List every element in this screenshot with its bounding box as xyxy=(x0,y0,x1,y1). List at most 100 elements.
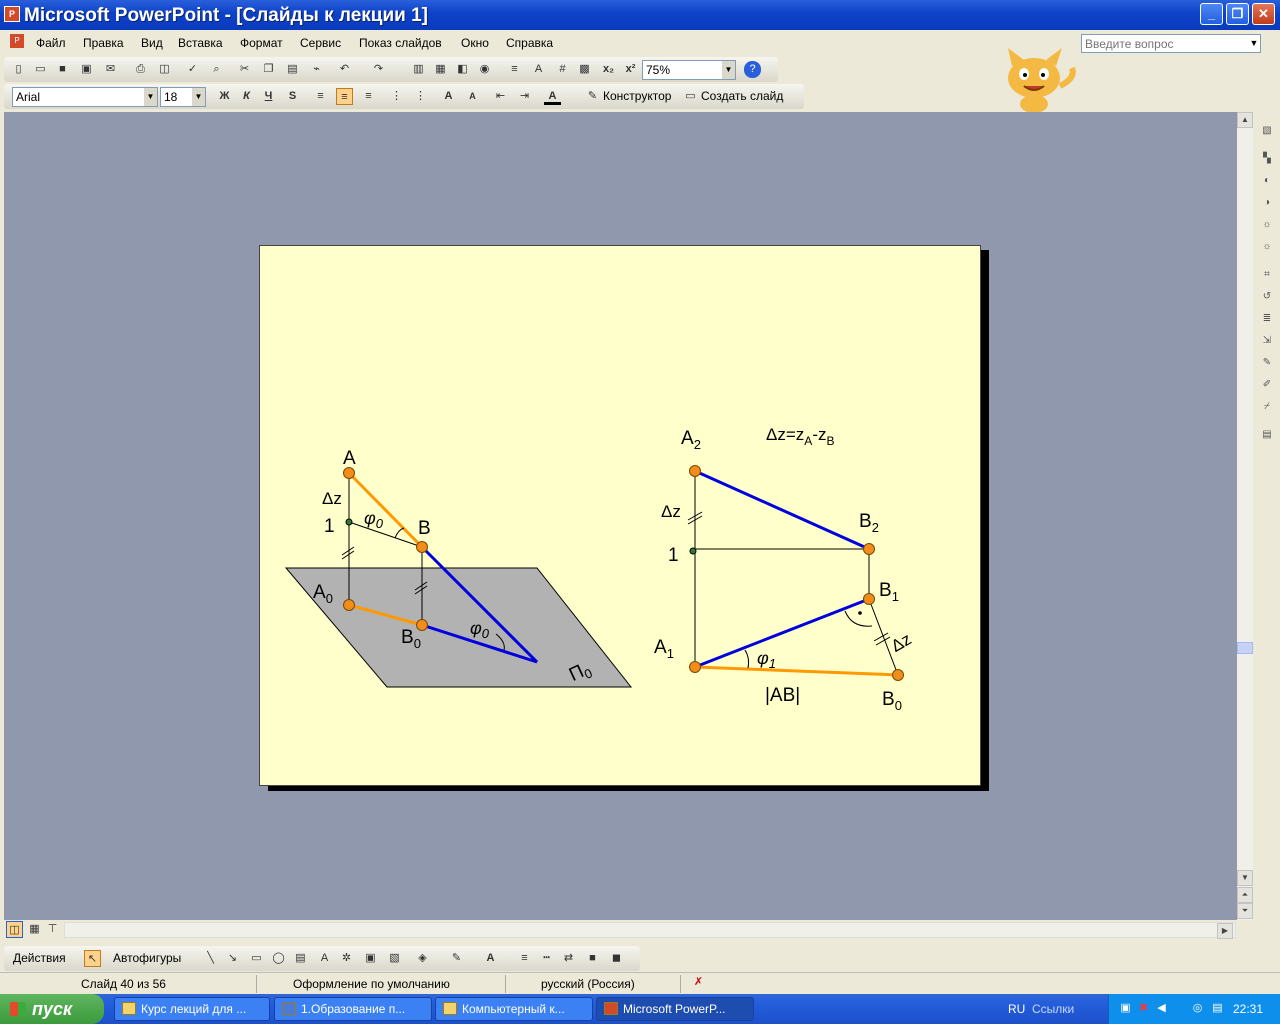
font-color-draw-icon[interactable]: A xyxy=(482,950,499,967)
autoshapes-button[interactable]: Автофигуры xyxy=(113,951,181,965)
font-size-dropdown-icon[interactable]: ▼ xyxy=(192,88,205,106)
normal-view-icon[interactable]: ◫ xyxy=(6,921,23,938)
dash-style-icon[interactable]: ┅ xyxy=(538,950,555,967)
menu-view[interactable]: Вид xyxy=(141,36,163,50)
insert-picture-icon[interactable]: ▧ xyxy=(1259,124,1275,138)
email-icon[interactable]: ✉ xyxy=(102,61,119,78)
subscript-icon[interactable]: x₂ xyxy=(600,61,617,78)
antivirus-icon[interactable]: ✖ xyxy=(1135,1000,1152,1017)
menu-format[interactable]: Формат xyxy=(240,36,283,50)
start-button[interactable]: пуск xyxy=(0,994,104,1024)
slide-canvas[interactable]: A B A0 B0 Δz 1 φ0 φ0 Π0 A2 B2 B1 A1 B0 Δ… xyxy=(259,245,981,786)
show-formatting-icon[interactable]: A xyxy=(530,61,547,78)
shadow-button[interactable]: S xyxy=(284,88,301,105)
menu-help[interactable]: Справка xyxy=(506,36,553,50)
format-picture-icon[interactable]: ✐ xyxy=(1259,378,1275,392)
menu-edit[interactable]: Правка xyxy=(83,36,124,50)
task-document-1[interactable]: 1.Образование п... xyxy=(274,997,432,1021)
font-size-select[interactable]: 18 ▼ xyxy=(160,87,206,107)
compress-icon[interactable]: ⇲ xyxy=(1259,334,1275,348)
diagram-icon[interactable]: ✲ xyxy=(338,950,355,967)
copy-icon[interactable]: ❐ xyxy=(260,61,277,78)
align-right-icon[interactable]: ≡ xyxy=(360,88,377,105)
menu-tools[interactable]: Сервис xyxy=(300,36,341,50)
insert-chart-icon[interactable]: ▥ xyxy=(410,61,427,78)
slide-work-area[interactable]: A B A0 B0 Δz 1 φ0 φ0 Π0 A2 B2 B1 A1 B0 Δ… xyxy=(4,112,1238,920)
recolor-icon[interactable]: ✎ xyxy=(1259,356,1275,370)
tray-app-icon[interactable]: ◎ xyxy=(1189,1000,1206,1017)
task-course-lectures[interactable]: Курс лекций для ... xyxy=(114,997,270,1021)
network-icon[interactable]: ▣ xyxy=(1117,1000,1134,1017)
crop-icon[interactable]: ⌗ xyxy=(1259,268,1275,282)
next-slide-icon[interactable]: ⏷ xyxy=(1237,903,1253,919)
cut-icon[interactable]: ✂ xyxy=(236,61,253,78)
links-toolbar[interactable]: Ссылки xyxy=(1032,1002,1074,1016)
close-button[interactable]: ✕ xyxy=(1252,3,1275,25)
color-grayscale-icon[interactable]: ▩ xyxy=(576,61,593,78)
expand-all-icon[interactable]: ≡ xyxy=(506,61,523,78)
menu-slideshow[interactable]: Показ слайдов xyxy=(359,36,442,50)
spelling-status-icon[interactable]: ✗ xyxy=(690,974,707,991)
less-brightness-icon[interactable]: ☼ xyxy=(1259,240,1275,254)
office-assistant-cat-icon[interactable] xyxy=(990,48,1078,114)
task-computer-course[interactable]: Компьютерный к... xyxy=(435,997,593,1021)
more-brightness-icon[interactable]: ☼ xyxy=(1259,218,1275,232)
oval-icon[interactable]: ◯ xyxy=(270,950,287,967)
new-slide-icon[interactable]: ▭ xyxy=(682,88,699,105)
select-objects-icon[interactable]: ↖ xyxy=(84,950,101,967)
3d-style-icon[interactable]: ◼ xyxy=(608,950,625,967)
shadow-style-icon[interactable]: ■ xyxy=(584,950,601,967)
scroll-up-icon[interactable]: ▲ xyxy=(1237,112,1253,128)
minimize-button[interactable]: _ xyxy=(1200,3,1223,25)
color-icon[interactable]: ▚ xyxy=(1259,152,1275,166)
line-style-draw-icon[interactable]: ≡ xyxy=(516,950,533,967)
bold-button[interactable]: Ж xyxy=(216,88,233,105)
paste-icon[interactable]: ▤ xyxy=(284,61,301,78)
font-name-dropdown-icon[interactable]: ▼ xyxy=(144,88,157,106)
scroll-thumb[interactable] xyxy=(1237,642,1253,654)
zoom-dropdown-icon[interactable]: ▼ xyxy=(722,61,735,79)
slideshow-icon[interactable]: ⊤ xyxy=(44,921,61,938)
menu-insert[interactable]: Вставка xyxy=(178,36,223,50)
increase-font-icon[interactable]: A xyxy=(440,88,457,105)
superscript-icon[interactable]: x² xyxy=(622,61,639,78)
designer-button[interactable]: Конструктор xyxy=(603,89,671,103)
previous-slide-icon[interactable]: ⏶ xyxy=(1237,887,1253,903)
document-icon[interactable]: P xyxy=(10,34,24,48)
picture-icon[interactable]: ▧ xyxy=(386,950,403,967)
scroll-right-icon[interactable]: ▶ xyxy=(1217,923,1233,939)
help-dropdown-icon[interactable]: ▼ xyxy=(1247,35,1261,52)
print-icon[interactable]: ⎙ xyxy=(132,61,149,78)
font-name-select[interactable]: Arial ▼ xyxy=(12,87,158,107)
open-icon[interactable]: ▭ xyxy=(32,61,49,78)
undo-icon[interactable]: ↶ xyxy=(336,61,353,78)
tray-app2-icon[interactable]: ▤ xyxy=(1209,1000,1226,1017)
zoom-select[interactable]: 75% ▼ xyxy=(642,60,736,80)
fill-color-icon[interactable]: ◈ xyxy=(414,950,431,967)
designer-icon[interactable]: ✎ xyxy=(584,88,601,105)
slide-sorter-icon[interactable]: ▦ xyxy=(26,921,43,938)
font-color-icon[interactable]: A xyxy=(544,88,561,105)
less-contrast-icon[interactable]: ◑ xyxy=(1259,196,1275,210)
decrease-font-icon[interactable]: A xyxy=(464,88,481,105)
powerpoint-app-icon[interactable]: P xyxy=(4,6,20,22)
arrow-icon[interactable]: ↘ xyxy=(224,950,241,967)
align-center-icon[interactable]: ≡ xyxy=(336,88,353,105)
help-question-input[interactable] xyxy=(1081,34,1261,53)
restore-button[interactable]: ❐ xyxy=(1226,3,1249,25)
increase-indent-icon[interactable]: ⇥ xyxy=(516,88,533,105)
research-icon[interactable]: ⌕ xyxy=(208,61,225,78)
scroll-down-icon[interactable]: ▼ xyxy=(1237,870,1253,886)
rectangle-icon[interactable]: ▭ xyxy=(248,950,265,967)
line-color-icon[interactable]: ✎ xyxy=(448,950,465,967)
numbering-icon[interactable]: ⋮ xyxy=(388,88,405,105)
textbox-icon[interactable]: ▤ xyxy=(292,950,309,967)
volume-icon[interactable]: ◀ xyxy=(1153,1000,1170,1017)
format-painter-icon[interactable]: ⌁ xyxy=(308,61,325,78)
permission-icon[interactable]: ▣ xyxy=(78,61,95,78)
menu-file[interactable]: Файл xyxy=(36,36,66,50)
task-powerpoint[interactable]: Microsoft PowerP... xyxy=(596,997,754,1021)
grid-icon[interactable]: # xyxy=(554,61,571,78)
align-left-icon[interactable]: ≡ xyxy=(312,88,329,105)
tables-borders-icon[interactable]: ◧ xyxy=(454,61,471,78)
